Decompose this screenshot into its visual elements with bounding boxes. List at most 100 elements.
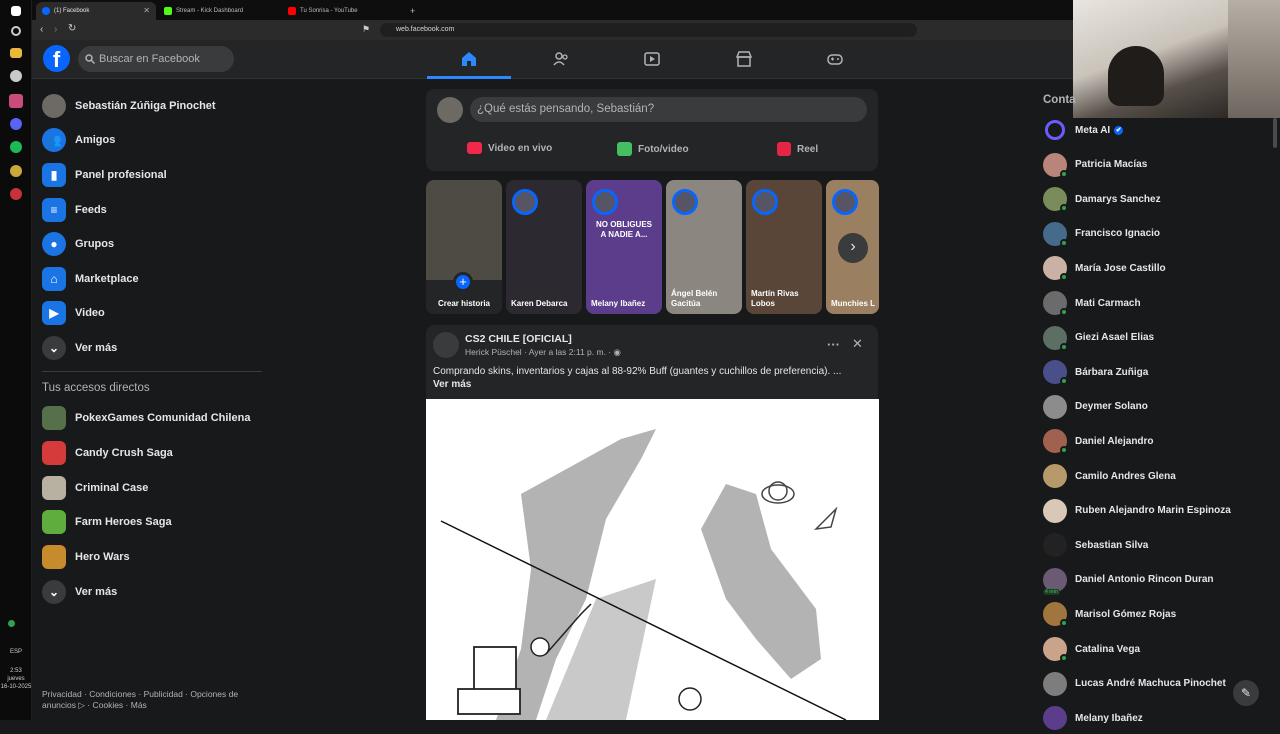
clock-day: jueves bbox=[7, 676, 25, 682]
browser-tab-facebook[interactable]: (1) Facebook ✕ bbox=[36, 2, 156, 20]
post-image[interactable] bbox=[426, 399, 879, 721]
bookmark-icon[interactable]: ⚑ bbox=[362, 24, 370, 35]
browser-tab-youtube[interactable]: Tu Sonrisa - YouTube bbox=[282, 2, 402, 20]
new-message-button[interactable]: ✎ bbox=[1233, 680, 1259, 706]
groups-icon: ● bbox=[42, 232, 66, 256]
contact-name: Lucas André Machuca Pinochet bbox=[1075, 678, 1226, 690]
contact-item[interactable]: Sebastian Silva bbox=[1043, 529, 1263, 561]
sidebar-item-professional-dashboard[interactable]: ▮ Panel profesional bbox=[42, 158, 262, 192]
shortcut-pokexgames[interactable]: PokexGames Comunidad Chilena bbox=[42, 401, 262, 435]
contact-item[interactable]: Patricia Macías bbox=[1043, 149, 1263, 181]
live-video-button[interactable]: Video en vivo bbox=[467, 142, 552, 154]
scrollbar[interactable] bbox=[1273, 118, 1277, 148]
shortcut-criminal-case[interactable]: Criminal Case bbox=[42, 471, 262, 505]
status-icon[interactable] bbox=[8, 620, 15, 627]
sidebar-item-marketplace[interactable]: ⌂ Marketplace bbox=[42, 262, 262, 296]
input-language[interactable]: ESP bbox=[0, 648, 32, 656]
file-explorer-icon[interactable] bbox=[10, 48, 22, 58]
contact-item[interactable]: María Jose Castillo bbox=[1043, 252, 1263, 284]
discord-icon[interactable] bbox=[10, 118, 22, 130]
contact-item[interactable]: Ruben Alejandro Marin Espinoza bbox=[1043, 495, 1263, 527]
contact-item[interactable]: Meta AI ✔ bbox=[1043, 114, 1263, 146]
contacts-heading: Conta bbox=[1043, 94, 1076, 106]
shortcut-farm-heroes[interactable]: Farm Heroes Saga bbox=[42, 505, 262, 539]
see-more-link[interactable]: Ver más bbox=[433, 379, 471, 390]
video-icon: ▶ bbox=[42, 301, 66, 325]
story-martin[interactable]: Martín Rivas Lobos bbox=[746, 180, 822, 314]
video-icon[interactable] bbox=[643, 50, 661, 68]
app-icon[interactable] bbox=[10, 165, 22, 177]
shortcut-hero-wars[interactable]: Hero Wars bbox=[42, 540, 262, 574]
more-options-icon[interactable]: ··· bbox=[827, 337, 840, 352]
contact-name: María Jose Castillo bbox=[1075, 262, 1166, 274]
composer-input[interactable]: ¿Qué estás pensando, Sebastián? bbox=[470, 97, 867, 122]
online-indicator bbox=[1060, 446, 1068, 455]
back-icon[interactable]: ‹ bbox=[40, 24, 43, 35]
contact-item[interactable]: Lucas André Machuca Pinochet bbox=[1043, 668, 1263, 700]
spotify-icon[interactable] bbox=[10, 141, 22, 153]
contact-item[interactable]: Mati Carmach bbox=[1043, 287, 1263, 319]
search-input[interactable]: Buscar en Facebook bbox=[78, 46, 234, 72]
contact-item[interactable]: Marisol Gómez Rojas bbox=[1043, 598, 1263, 630]
sidebar-item-profile[interactable]: Sebastián Zúñiga Pinochet bbox=[42, 89, 262, 123]
browser-tab-kick[interactable]: Stream - Kick Dashboard bbox=[158, 2, 280, 20]
story-label: Crear historia bbox=[437, 299, 491, 308]
sidebar-item-friends[interactable]: 👥 Amigos bbox=[42, 123, 262, 157]
post-page-name[interactable]: CS2 CHILE [OFICIAL] bbox=[465, 333, 572, 345]
sidebar-item-label: Grupos bbox=[75, 238, 115, 250]
contact-item[interactable]: 4 min Daniel Antonio Rincon Duran bbox=[1043, 564, 1263, 596]
marketplace-icon[interactable] bbox=[735, 50, 753, 68]
chevron-down-icon: ⌄ bbox=[42, 580, 66, 604]
page-avatar[interactable] bbox=[433, 332, 459, 358]
sidebar-item-feeds[interactable]: ≡ Feeds bbox=[42, 193, 262, 227]
shortcuts-see-more[interactable]: ⌄ Ver más bbox=[42, 575, 262, 609]
contact-item[interactable]: Camilo Andres Glena bbox=[1043, 460, 1263, 492]
app-icon[interactable] bbox=[10, 188, 22, 200]
reload-icon[interactable]: ↻ bbox=[68, 23, 76, 34]
brave-browser-icon[interactable] bbox=[10, 70, 22, 82]
sidebar-see-more[interactable]: ⌄ Ver más bbox=[42, 331, 262, 365]
friends-icon[interactable] bbox=[552, 50, 570, 68]
post-body: Comprando skins, inventarios y cajas al … bbox=[433, 366, 842, 377]
windows-start-icon[interactable] bbox=[11, 6, 21, 16]
app-icon[interactable] bbox=[9, 94, 23, 108]
contact-item[interactable]: Giezi Asael Elias bbox=[1043, 322, 1263, 354]
story-angel[interactable]: Ángel Belén Gacitúa bbox=[666, 180, 742, 314]
new-tab-button[interactable]: + bbox=[404, 2, 418, 20]
sidebar-item-label: Video bbox=[75, 307, 105, 319]
address-bar[interactable]: web.facebook.com bbox=[380, 23, 917, 37]
story-karen[interactable]: Karen Debarca bbox=[506, 180, 582, 314]
sidebar-item-video[interactable]: ▶ Video bbox=[42, 296, 262, 330]
tab-title: Stream - Kick Dashboard bbox=[176, 8, 244, 14]
post-meta-text: Herick Püschel · Ayer a las 2:11 p. m. · bbox=[465, 347, 614, 357]
close-icon[interactable]: ✕ bbox=[852, 336, 863, 352]
sidebar-item-groups[interactable]: ● Grupos bbox=[42, 227, 262, 261]
contact-item[interactable]: Catalina Vega bbox=[1043, 633, 1263, 665]
reel-button[interactable]: Reel bbox=[777, 142, 818, 156]
footer-links[interactable]: Privacidad · Condiciones · Publicidad · … bbox=[42, 689, 257, 711]
divider bbox=[42, 371, 262, 372]
active-tab-indicator bbox=[427, 76, 511, 79]
webcam-overlay bbox=[1228, 0, 1280, 118]
close-tab-icon[interactable]: ✕ bbox=[143, 3, 150, 19]
contact-item[interactable]: Bárbara Zuñiga bbox=[1043, 356, 1263, 388]
story-create[interactable]: + Crear historia bbox=[426, 180, 502, 314]
gaming-icon[interactable] bbox=[826, 50, 844, 68]
os-taskbar: ESP 2:53 jueves 16-10-2025 bbox=[0, 0, 32, 720]
stories-next-button[interactable]: › bbox=[838, 233, 868, 263]
shortcut-label: Candy Crush Saga bbox=[75, 447, 173, 459]
home-icon[interactable] bbox=[460, 50, 478, 68]
contact-item[interactable]: Daniel Alejandro bbox=[1043, 425, 1263, 457]
online-indicator bbox=[1060, 169, 1068, 178]
search-icon[interactable] bbox=[11, 26, 21, 36]
contact-item[interactable]: Deymer Solano bbox=[1043, 391, 1263, 423]
story-melany[interactable]: NO OBLIGUES A NADIE A... Melany Ibañez bbox=[586, 180, 662, 314]
contact-item[interactable]: Francisco Ignacio bbox=[1043, 218, 1263, 250]
contact-item[interactable]: Melany Ibañez bbox=[1043, 702, 1263, 734]
photo-video-button[interactable]: Foto/video bbox=[617, 142, 689, 156]
forward-icon[interactable]: › bbox=[54, 24, 57, 35]
facebook-logo[interactable]: f bbox=[43, 45, 70, 72]
shortcut-candy-crush[interactable]: Candy Crush Saga bbox=[42, 436, 262, 470]
clock-time: 2:53 bbox=[10, 668, 22, 674]
contact-item[interactable]: Damarys Sanchez bbox=[1043, 183, 1263, 215]
